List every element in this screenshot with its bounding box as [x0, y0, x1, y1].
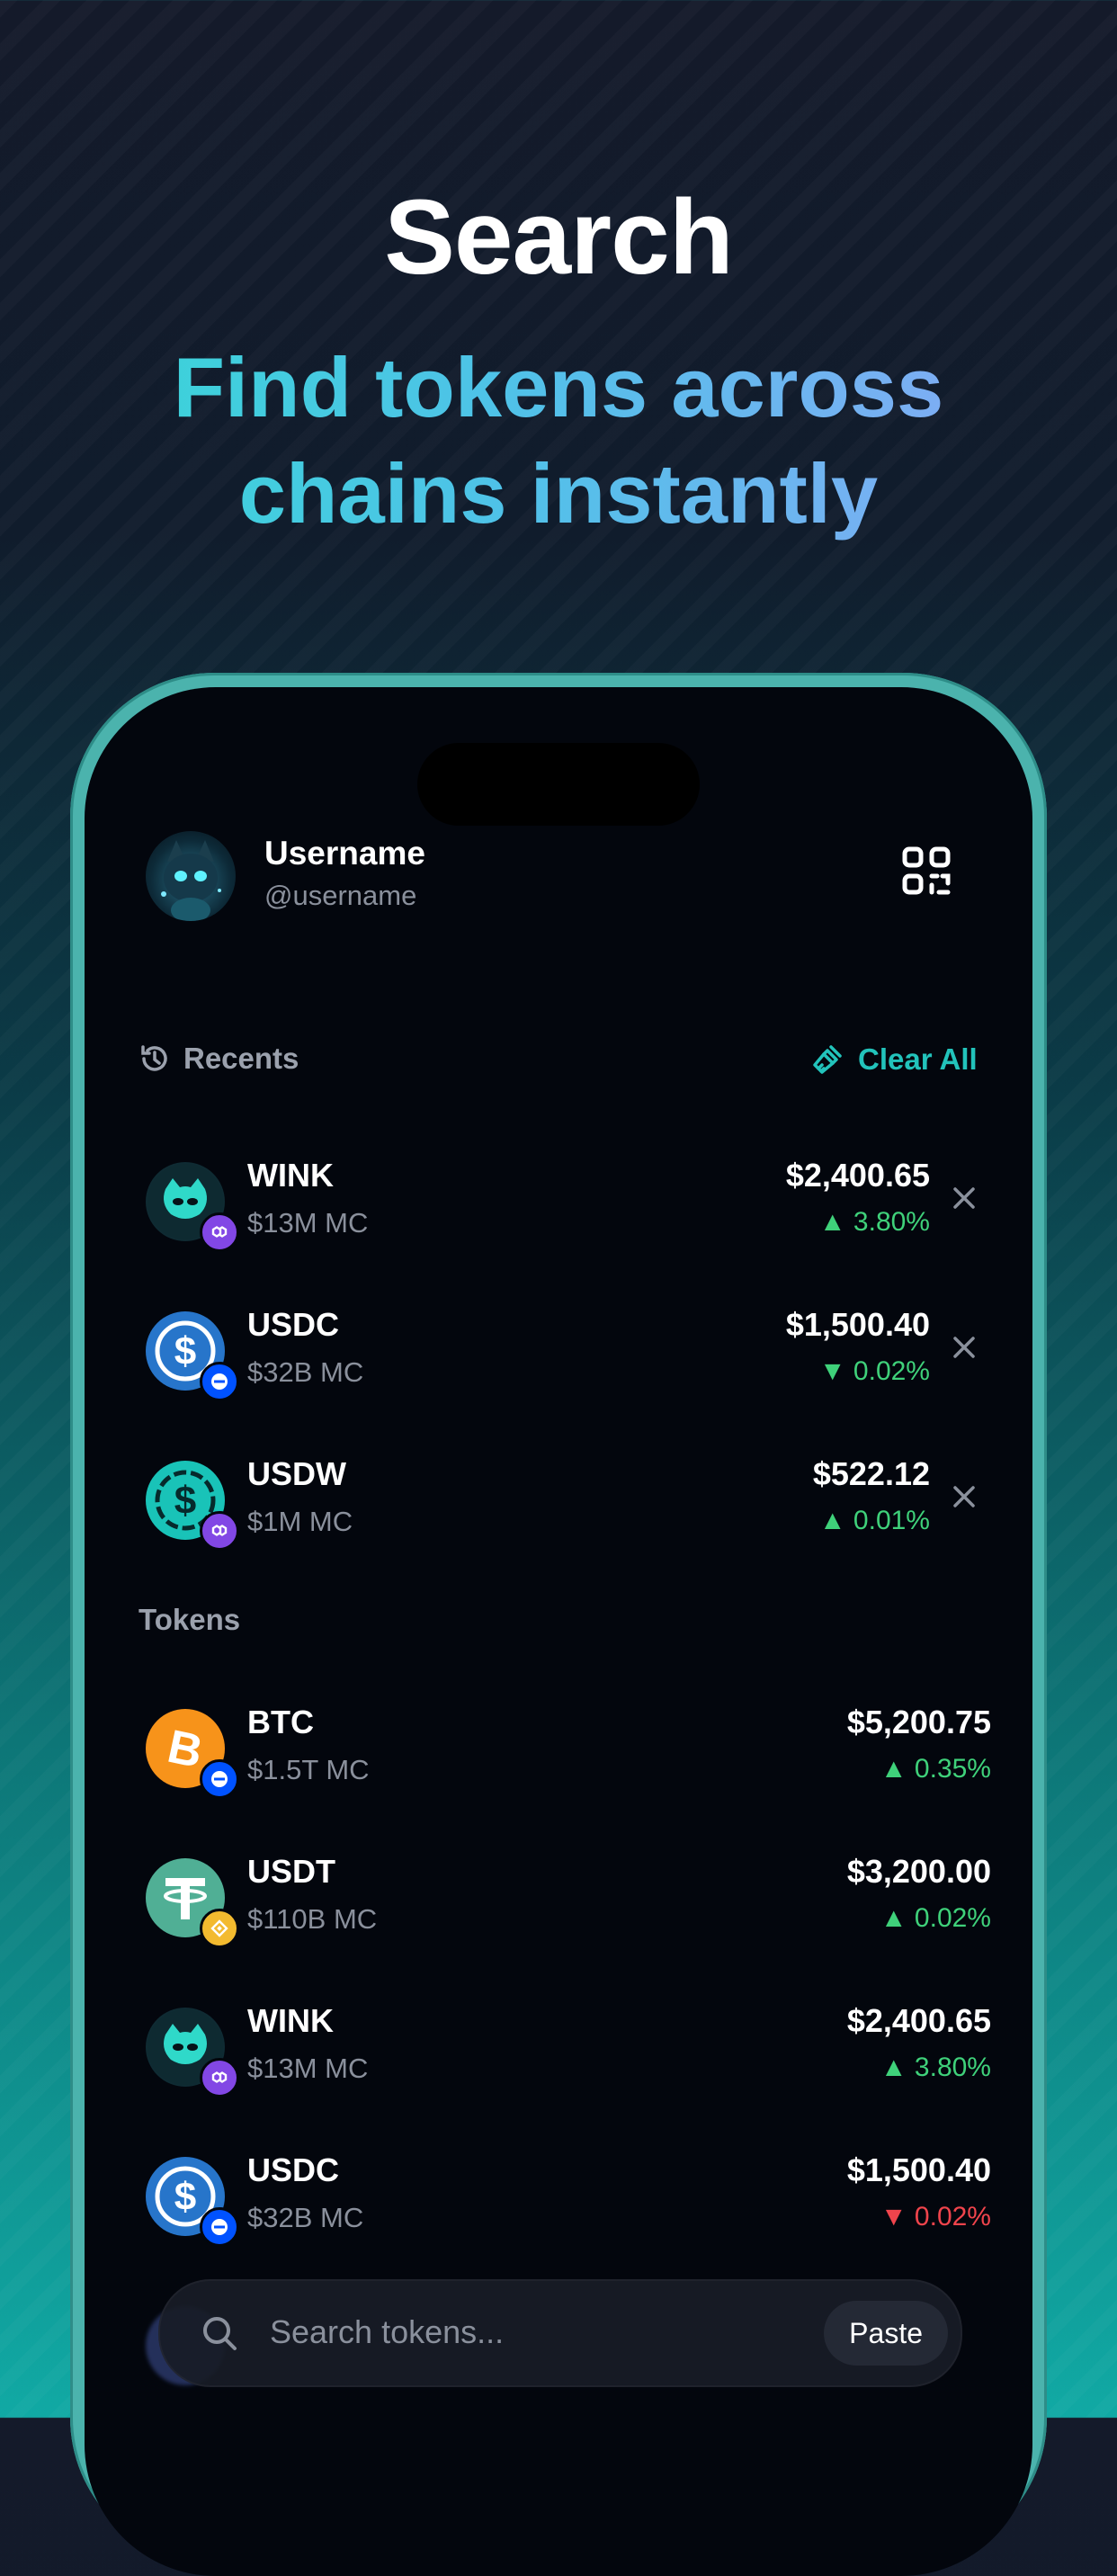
- base-chain-icon: [200, 2207, 239, 2247]
- clear-all-button[interactable]: Clear All: [809, 1042, 978, 1078]
- token-symbol: WINK: [247, 1157, 334, 1194]
- recents-label: Recents: [183, 1042, 299, 1075]
- svg-text:$: $: [174, 2175, 196, 2219]
- token-row-usdt[interactable]: USDT $110B MC $3,200.00 ▲ 0.02%: [85, 1833, 1032, 1968]
- token-row-btc[interactable]: B BTC $1.5T MC $5,200.75 ▲ 0.35%: [85, 1684, 1032, 1819]
- token-price: $1,500.40: [785, 1306, 930, 1343]
- token-change: ▲ 0.35%: [880, 1754, 991, 1784]
- token-market-cap: $32B MC: [247, 2202, 364, 2233]
- base-chain-icon: [200, 1759, 239, 1799]
- token-price: $1,500.40: [846, 2151, 991, 2188]
- token-symbol: USDW: [247, 1455, 346, 1492]
- token-market-cap: $32B MC: [247, 1356, 364, 1388]
- remove-recent-button[interactable]: [946, 1479, 982, 1515]
- close-icon: [953, 1486, 975, 1507]
- phone-screen: Username @username Recents Clear All WIN…: [85, 687, 1032, 2576]
- token-change: ▼ 0.02%: [818, 1356, 930, 1386]
- token-price: $5,200.75: [846, 1704, 991, 1740]
- token-market-cap: $13M MC: [247, 2053, 369, 2084]
- paste-button[interactable]: Paste: [824, 2301, 948, 2366]
- token-market-cap: $1.5T MC: [247, 1754, 370, 1785]
- token-price: $522.12: [812, 1455, 930, 1492]
- token-price: $3,200.00: [846, 1853, 991, 1890]
- bnb-chain-icon: [200, 1909, 239, 1948]
- search-input[interactable]: Search tokens...: [270, 2313, 504, 2351]
- token-change: ▲ 3.80%: [880, 2053, 991, 2082]
- polygon-chain-icon: [200, 1212, 239, 1252]
- hero-subtitle: Find tokens across chains instantly: [0, 335, 1117, 547]
- token-symbol: WINK: [247, 2002, 334, 2039]
- close-icon: [953, 1187, 975, 1209]
- remove-recent-button[interactable]: [946, 1329, 982, 1365]
- svg-text:$: $: [174, 1479, 196, 1523]
- token-row-wink[interactable]: WINK $13M MC $2,400.65 ▲ 3.80%: [85, 1982, 1032, 2117]
- search-icon: [203, 2317, 237, 2350]
- recent-row-usdc[interactable]: $ USDC $32B MC $1,500.40 ▼ 0.02%: [85, 1286, 1032, 1421]
- recent-row-wink[interactable]: WINK $13M MC $2,400.65 ▲ 3.80%: [85, 1137, 1032, 1272]
- base-chain-icon: [200, 1362, 239, 1401]
- history-icon: [141, 1045, 167, 1071]
- token-change: ▲ 3.80%: [818, 1207, 930, 1237]
- token-symbol: USDT: [247, 1853, 335, 1890]
- hero-title: Search: [384, 178, 734, 297]
- token-market-cap: $1M MC: [247, 1506, 353, 1537]
- clear-all-label: Clear All: [858, 1042, 978, 1076]
- dynamic-island: [417, 743, 700, 826]
- token-row-usdc[interactable]: $ USDC $32B MC $1,500.40 ▼ 0.02%: [85, 2132, 1032, 2267]
- search-bar[interactable]: Search tokens... Paste: [158, 2279, 962, 2387]
- token-symbol: BTC: [247, 1704, 314, 1740]
- token-market-cap: $110B MC: [247, 1903, 378, 1935]
- token-symbol: USDC: [247, 1306, 340, 1343]
- recents-header: Recents: [139, 1042, 299, 1076]
- tokens-label: Tokens: [139, 1603, 241, 1636]
- token-change: ▲ 0.01%: [818, 1506, 930, 1535]
- polygon-chain-icon: [200, 2058, 239, 2097]
- svg-text:$: $: [174, 1329, 196, 1373]
- remove-recent-button[interactable]: [946, 1180, 982, 1216]
- close-icon: [953, 1337, 975, 1358]
- cat-avatar-icon: [161, 840, 221, 921]
- polygon-chain-icon: [200, 1511, 239, 1551]
- token-symbol: USDC: [247, 2151, 340, 2188]
- broom-icon: [813, 1045, 842, 1074]
- recent-row-usdw[interactable]: $ USDW $1M MC $522.12 ▲ 0.01%: [85, 1436, 1032, 1570]
- token-price: $2,400.65: [846, 2002, 991, 2039]
- avatar[interactable]: [146, 831, 236, 921]
- hero-subtitle-line-2: chains instantly: [238, 446, 879, 541]
- token-market-cap: $13M MC: [247, 1207, 369, 1239]
- qr-code-icon[interactable]: [901, 845, 952, 896]
- profile-handle: @username: [264, 880, 417, 911]
- hero-subtitle-line-1: Find tokens across: [173, 340, 944, 434]
- profile-name: Username: [264, 835, 425, 872]
- token-change: ▲ 0.02%: [880, 1903, 991, 1933]
- token-change: ▼ 0.02%: [880, 2202, 991, 2232]
- token-price: $2,400.65: [785, 1157, 930, 1194]
